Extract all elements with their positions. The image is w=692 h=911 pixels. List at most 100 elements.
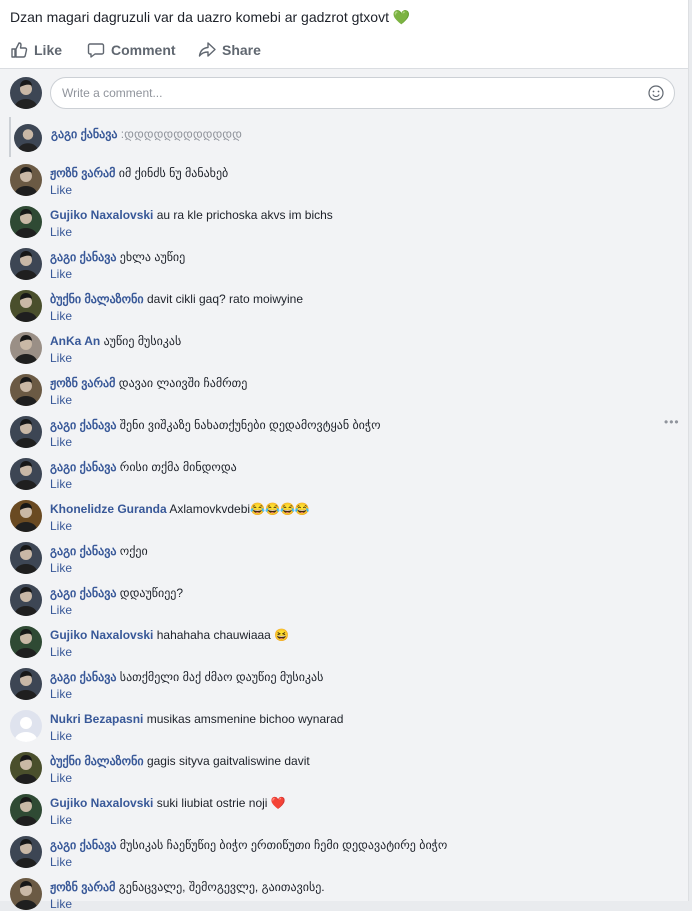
comment-like-link[interactable]: Like [50, 645, 72, 659]
comment-author[interactable]: ჟოზნ ვარამ [50, 376, 115, 390]
comment-author[interactable]: Gujiko Naxalovski [50, 628, 153, 642]
commenter-avatar[interactable] [10, 332, 42, 364]
commenter-avatar[interactable] [10, 836, 42, 868]
comment-author[interactable]: AnKa An [50, 334, 100, 348]
comment-like-link[interactable]: Like [50, 435, 72, 449]
comment-like-link[interactable]: Like [50, 183, 72, 197]
comment-like-link[interactable]: Like [50, 477, 72, 491]
comment-text: რისი თქმა მინდოდა [119, 460, 237, 474]
comment-like-link[interactable]: Like [50, 771, 72, 785]
more-options-icon[interactable]: ••• [664, 415, 680, 429]
speech-bubble-icon [87, 43, 105, 58]
comment-author[interactable]: Nukri Bezapasni [50, 712, 143, 726]
comment-author[interactable]: გაგი ქანავა [50, 250, 116, 264]
reply-preview-avatar[interactable] [14, 124, 42, 152]
comment-author[interactable]: ბუქნი მალაზონი [50, 292, 144, 306]
commenter-avatar[interactable] [10, 668, 42, 700]
comment-text: Axlamovkvdebi😂😂😂😂 [169, 502, 310, 516]
comment-like-link[interactable]: Like [50, 225, 72, 239]
smiley-icon[interactable] [648, 85, 664, 101]
share-button[interactable]: Share [198, 38, 261, 62]
comment-text: დდაუწიეე? [119, 586, 184, 600]
commenter-avatar[interactable] [10, 752, 42, 784]
comment-body: Gujiko Naxalovski au ra kle prichoska ak… [50, 207, 650, 223]
post-text-body: Dzan magari dagruzuli var da uazro komeb… [10, 9, 389, 25]
comment-body: გაგი ქანავა დდაუწიეე? [50, 585, 650, 601]
comment-author[interactable]: ბუქნი მალაზონი [50, 754, 144, 768]
commenter-avatar[interactable] [10, 374, 42, 406]
commenter-avatar[interactable] [10, 626, 42, 658]
commenter-avatar[interactable] [10, 710, 42, 742]
comment-text: musikas amsmenine bichoo wynarad [146, 712, 344, 726]
comment-body: ჟოზნ ვარამ დავაი ლაივში ჩამრთე [50, 375, 650, 391]
current-user-avatar[interactable] [10, 77, 42, 109]
comment-button-label: Comment [111, 42, 176, 58]
comment-author[interactable]: გაგი ქანავა [50, 838, 116, 852]
comment-author[interactable]: გაგი ქანავა [50, 460, 116, 474]
commenter-avatar[interactable] [10, 878, 42, 910]
comment-author[interactable]: Khonelidze Guranda [50, 502, 167, 516]
comment-body: გაგი ქანავა ოქეი [50, 543, 650, 559]
comment-author[interactable]: ჟოზნ ვარამ [50, 166, 115, 180]
comment-author[interactable]: გაგი ქანავა [50, 418, 116, 432]
comment-like-link[interactable]: Like [50, 855, 72, 869]
reply-preview[interactable]: გაგი ქანავა :დდდდდდდდდდდდ [51, 127, 242, 141]
reply-thread-bar [9, 117, 11, 157]
comment-author[interactable]: გაგი ქანავა [50, 670, 116, 684]
comment-body: გაგი ქანავა სათქმელი მაქ ძმაო დაუწიე მუს… [50, 669, 650, 685]
comment-text: au ra kle prichoska akvs im bichs [156, 208, 333, 222]
comment-like-link[interactable]: Like [50, 519, 72, 533]
comment-input-box[interactable] [50, 77, 675, 109]
commenter-avatar[interactable] [10, 458, 42, 490]
commenter-avatar[interactable] [10, 206, 42, 238]
comment-like-link[interactable]: Like [50, 603, 72, 617]
comment-body: Nukri Bezapasni musikas amsmenine bichoo… [50, 711, 650, 727]
comment-author[interactable]: Gujiko Naxalovski [50, 208, 153, 222]
comment-text: სათქმელი მაქ ძმაო დაუწიე მუსიკას [119, 670, 324, 684]
comment-author[interactable]: გაგი ქანავა [50, 544, 116, 558]
comment-text: suki liubiat ostrie noji ❤️ [156, 796, 286, 810]
comment-like-link[interactable]: Like [50, 897, 72, 911]
comment-like-link[interactable]: Like [50, 561, 72, 575]
comment-input[interactable] [62, 78, 622, 108]
reply-preview-text: :დდდდდდდდდდდდ [120, 127, 242, 141]
comment-body: Gujiko Naxalovski suki liubiat ostrie no… [50, 795, 650, 811]
commenter-avatar[interactable] [10, 248, 42, 280]
comment-text: შენი ვიშკაზე ნახათქუნები დედამოვტყან ბიჭ… [119, 418, 381, 432]
comment-body: AnKa An აუწიე მუსიკას [50, 333, 650, 349]
comment-like-link[interactable]: Like [50, 351, 72, 365]
thumbs-up-icon [11, 42, 28, 58]
comment-author[interactable]: Gujiko Naxalovski [50, 796, 153, 810]
comment-author[interactable]: ჟოზნ ვარამ [50, 880, 115, 894]
comment-text: ოქეი [119, 544, 148, 558]
comment-body: გაგი ქანავა რისი თქმა მინდოდა [50, 459, 650, 475]
comment-button[interactable]: Comment [87, 38, 176, 62]
comment-like-link[interactable]: Like [50, 309, 72, 323]
commenter-avatar[interactable] [10, 500, 42, 532]
comment-like-link[interactable]: Like [50, 813, 72, 827]
comment-text: ეხლა აუწიე [119, 250, 186, 264]
comment-like-link[interactable]: Like [50, 393, 72, 407]
comment-body: ჟოზნ ვარამ იმ ქინძს ნუ მანახებ [50, 165, 650, 181]
like-button[interactable]: Like [10, 38, 62, 62]
comment-body: ბუქნი მალაზონი davit cikli gaq? rato moi… [50, 291, 650, 307]
comment-body: Khonelidze Guranda Axlamovkvdebi😂😂😂😂 [50, 501, 650, 517]
commenter-avatar[interactable] [10, 290, 42, 322]
commenter-avatar[interactable] [10, 164, 42, 196]
commenter-avatar[interactable] [10, 584, 42, 616]
comment-author[interactable]: გაგი ქანავა [50, 586, 116, 600]
comment-like-link[interactable]: Like [50, 267, 72, 281]
comment-like-link[interactable]: Like [50, 687, 72, 701]
comment-body: ბუქნი მალაზონი gagis sityva gaitvaliswin… [50, 753, 650, 769]
like-button-label: Like [34, 42, 63, 58]
comment-text: hahahaha chauwiaaa 😆 [156, 628, 290, 642]
post-text: Dzan magari dagruzuli var da uazro komeb… [10, 9, 410, 26]
commenter-avatar[interactable] [10, 542, 42, 574]
share-arrow-icon [198, 42, 216, 57]
comments-section [0, 69, 688, 901]
comment-like-link[interactable]: Like [50, 729, 72, 743]
post-actions-bar: Like Comment Share [0, 36, 688, 69]
commenter-avatar[interactable] [10, 416, 42, 448]
reply-preview-author[interactable]: გაგი ქანავა [51, 127, 117, 141]
commenter-avatar[interactable] [10, 794, 42, 826]
